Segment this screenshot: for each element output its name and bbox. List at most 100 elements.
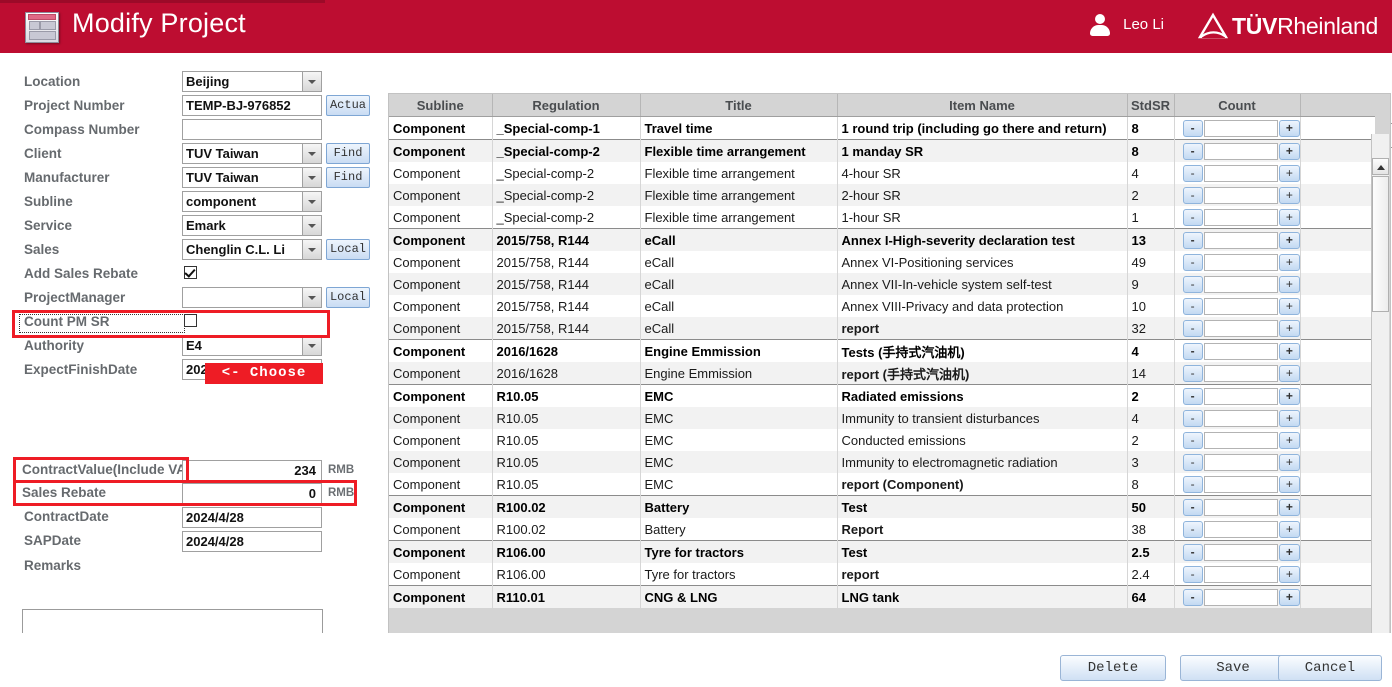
count-input[interactable] — [1203, 231, 1279, 249]
count-decrement-button[interactable]: - — [1182, 475, 1203, 493]
contractvalue-include-vat-input[interactable]: 234 — [182, 460, 322, 481]
location-select[interactable]: Beijing — [182, 71, 322, 92]
grid-header-subline[interactable]: Subline — [389, 94, 493, 117]
table-row[interactable]: Component 2015/758, R144 eCall Annex VII-In… — [389, 273, 1375, 295]
count-increment-button[interactable]: + — [1279, 588, 1299, 606]
contractdate-input[interactable]: 2024/4/28 — [182, 507, 322, 528]
table-row[interactable]: Component 2016/1628 Engine Emmission report… — [389, 362, 1375, 385]
manufacturer-select[interactable]: TUV Taiwan — [182, 167, 322, 188]
count-increment-button[interactable]: + — [1279, 275, 1299, 293]
count-decrement-button[interactable]: - — [1182, 186, 1203, 204]
count-increment-button[interactable]: + — [1279, 231, 1299, 249]
grid-header-regulation[interactable]: Regulation — [492, 94, 641, 117]
count-decrement-button[interactable]: - — [1182, 319, 1203, 337]
count-input[interactable] — [1203, 409, 1279, 427]
table-row[interactable]: Component R10.05 EMC Radiated emissions 2- + — [389, 384, 1375, 407]
table-row[interactable]: Component 2015/758, R144 eCall report 32- + — [389, 317, 1375, 340]
count-input[interactable] — [1203, 565, 1279, 583]
delete-button[interactable]: Delete — [1060, 655, 1166, 681]
projectmanager-local-button[interactable]: Local — [326, 287, 370, 308]
count-decrement-button[interactable]: - — [1182, 342, 1203, 360]
user-block[interactable]: Leo Li — [1089, 13, 1164, 41]
count-input[interactable] — [1203, 431, 1279, 449]
items-grid-vertical-scrollbar[interactable] — [1371, 134, 1389, 670]
scroll-up-arrow-icon[interactable] — [1372, 158, 1389, 175]
grid-header-item-name[interactable]: Item Name — [837, 94, 1128, 117]
table-row[interactable]: Component _Special-comp-1 Travel time 1 rou… — [389, 116, 1375, 140]
count-decrement-button[interactable]: - — [1182, 231, 1203, 249]
count-increment-button[interactable]: + — [1279, 119, 1299, 137]
table-row[interactable]: Component _Special-comp-2 Flexible time ar… — [389, 139, 1375, 162]
count-decrement-button[interactable]: - — [1182, 208, 1203, 226]
count-decrement-button[interactable]: - — [1182, 297, 1203, 315]
count-input[interactable] — [1203, 364, 1279, 382]
count-decrement-button[interactable]: - — [1182, 387, 1203, 405]
count-increment-button[interactable]: + — [1279, 253, 1299, 271]
count-decrement-button[interactable]: - — [1182, 453, 1203, 471]
project-number-input[interactable]: TEMP-BJ-976852 — [182, 95, 322, 116]
count-increment-button[interactable]: + — [1279, 543, 1299, 561]
compass-number-input[interactable] — [182, 119, 322, 140]
project-number-actua-button[interactable]: Actua — [326, 95, 370, 116]
count-decrement-button[interactable]: - — [1182, 364, 1203, 382]
table-row[interactable]: Component R10.05 EMC Conducted emissions 2- + — [389, 429, 1375, 451]
count-increment-button[interactable]: + — [1279, 319, 1299, 337]
scrollbar-thumb[interactable] — [1372, 176, 1389, 312]
count-decrement-button[interactable]: - — [1182, 520, 1203, 538]
sales-local-button[interactable]: Local — [326, 239, 370, 260]
count-decrement-button[interactable]: - — [1182, 275, 1203, 293]
count-input[interactable] — [1203, 142, 1279, 160]
choose-button[interactable]: <- Choose — [205, 363, 323, 384]
count-input[interactable] — [1203, 387, 1279, 405]
count-increment-button[interactable]: + — [1279, 142, 1299, 160]
count-input[interactable] — [1203, 520, 1279, 538]
table-row[interactable]: Component R10.05 EMC Immunity to transient … — [389, 407, 1375, 429]
count-decrement-button[interactable]: - — [1182, 498, 1203, 516]
table-row[interactable]: Component _Special-comp-2 Flexible time ar… — [389, 206, 1375, 229]
count-increment-button[interactable]: + — [1279, 297, 1299, 315]
count-increment-button[interactable]: + — [1279, 342, 1299, 360]
grid-header-count[interactable]: Count — [1174, 94, 1301, 117]
count-increment-button[interactable]: + — [1279, 498, 1299, 516]
table-row[interactable]: Component R110.01 CNG & LNG LNG tank 64- + — [389, 585, 1375, 608]
count-input[interactable] — [1203, 342, 1279, 360]
count-decrement-button[interactable]: - — [1182, 543, 1203, 561]
client-select[interactable]: TUV Taiwan — [182, 143, 322, 164]
count-increment-button[interactable]: + — [1279, 164, 1299, 182]
sales-select[interactable]: Chenglin C.L. Li — [182, 239, 322, 260]
count-decrement-button[interactable]: - — [1182, 142, 1203, 160]
table-row[interactable]: Component 2015/758, R144 eCall Annex VI-Pos… — [389, 251, 1375, 273]
count-input[interactable] — [1203, 319, 1279, 337]
table-row[interactable]: Component _Special-comp-2 Flexible time ar… — [389, 184, 1375, 206]
add-sales-rebate-checkbox[interactable] — [184, 266, 197, 279]
table-row[interactable]: Component 2015/758, R144 eCall Annex VIII-P… — [389, 295, 1375, 317]
count-input[interactable] — [1203, 275, 1279, 293]
count-decrement-button[interactable]: - — [1182, 253, 1203, 271]
table-row[interactable]: Component 2015/758, R144 eCall Annex I-High… — [389, 228, 1375, 251]
count-increment-button[interactable]: + — [1279, 565, 1299, 583]
cancel-button[interactable]: Cancel — [1278, 655, 1382, 681]
client-find-button[interactable]: Find — [326, 143, 370, 164]
count-decrement-button[interactable]: - — [1182, 164, 1203, 182]
table-row[interactable]: Component R100.02 Battery Report 38- + — [389, 518, 1375, 541]
table-row[interactable]: Component R106.00 Tyre for tractors report 2… — [389, 563, 1375, 586]
count-increment-button[interactable]: + — [1279, 387, 1299, 405]
count-input[interactable] — [1203, 164, 1279, 182]
count-input[interactable] — [1203, 119, 1279, 137]
count-increment-button[interactable]: + — [1279, 475, 1299, 493]
sapdate-input[interactable]: 2024/4/28 — [182, 531, 322, 552]
count-decrement-button[interactable]: - — [1182, 409, 1203, 427]
projectmanager-select[interactable] — [182, 287, 322, 308]
count-increment-button[interactable]: + — [1279, 186, 1299, 204]
table-row[interactable]: Component 2016/1628 Engine Emmission Tests … — [389, 339, 1375, 362]
count-input[interactable] — [1203, 475, 1279, 493]
table-row[interactable]: Component R10.05 EMC Immunity to electromag… — [389, 451, 1375, 473]
count-input[interactable] — [1203, 253, 1279, 271]
sales-rebate-input[interactable]: 0 — [182, 483, 322, 504]
save-button[interactable]: Save — [1180, 655, 1286, 681]
count-input[interactable] — [1203, 208, 1279, 226]
count-input[interactable] — [1203, 453, 1279, 471]
count-input[interactable] — [1203, 186, 1279, 204]
count-increment-button[interactable]: + — [1279, 208, 1299, 226]
grid-header-stdsr[interactable]: StdSR — [1127, 94, 1175, 117]
